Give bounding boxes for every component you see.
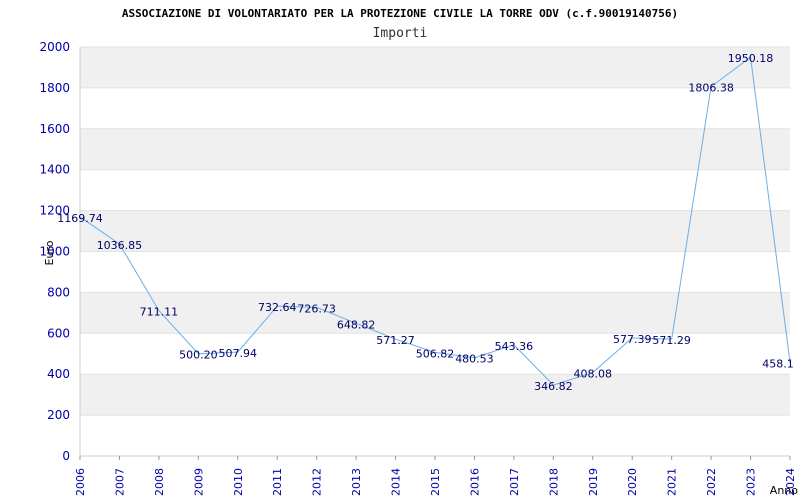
data-label: 408.08 xyxy=(574,368,613,381)
data-label: 346.82 xyxy=(534,380,573,393)
x-tick-label: 2022 xyxy=(705,468,718,496)
data-label: 507.94 xyxy=(219,347,258,360)
grid-band xyxy=(80,292,790,334)
x-tick-label: 2017 xyxy=(508,468,521,496)
y-tick-label: 800 xyxy=(47,285,70,299)
data-label: 711.11 xyxy=(140,306,179,319)
y-tick-label: 2000 xyxy=(39,40,70,54)
x-tick-label: 2020 xyxy=(626,468,639,496)
x-tick-label: 2007 xyxy=(113,468,126,496)
x-tick-label: 2008 xyxy=(153,468,166,496)
y-tick-label: 600 xyxy=(47,326,70,340)
chart-subtitle: Importi xyxy=(373,26,428,41)
x-tick-label: 2023 xyxy=(745,468,758,496)
x-tick-label: 2021 xyxy=(666,468,679,496)
data-label: 506.82 xyxy=(416,347,455,360)
data-label: 1169.74 xyxy=(57,212,103,225)
x-tick-label: 2014 xyxy=(390,468,403,496)
y-tick-label: 400 xyxy=(47,367,70,381)
x-tick-label: 2010 xyxy=(232,468,245,496)
data-label: 458.1 xyxy=(762,357,794,370)
y-axis-label: Euro xyxy=(43,240,56,265)
data-label: 571.27 xyxy=(376,334,415,347)
x-tick-label: 2015 xyxy=(429,468,442,496)
y-tick-label: 200 xyxy=(47,408,70,422)
x-axis-label: Anno xyxy=(770,484,798,497)
data-label: 543.36 xyxy=(495,340,534,353)
y-tick-label: 0 xyxy=(62,449,70,463)
x-tick-label: 2012 xyxy=(311,468,324,496)
data-label: 480.53 xyxy=(455,353,494,366)
data-label: 1036.85 xyxy=(97,239,143,252)
x-tick-label: 2006 xyxy=(74,468,87,496)
data-label: 732.64 xyxy=(258,301,297,314)
x-tick-labels: 2006 2007 2008 2009 2010 2011 2012 2013 2014 2015… xyxy=(74,468,797,496)
grid-band xyxy=(80,374,790,416)
y-tick-label: 1400 xyxy=(39,163,70,177)
y-tick-label: 1800 xyxy=(39,81,70,95)
data-label: 1806.38 xyxy=(688,82,734,95)
x-tick-label: 2011 xyxy=(271,468,284,496)
data-label: 500.20 xyxy=(179,349,218,362)
x-tick-label: 2018 xyxy=(547,468,560,496)
x-tick-label: 2009 xyxy=(192,468,205,496)
grid-bands xyxy=(80,46,790,457)
line-chart: 0200400600800100012001400160018002000 20… xyxy=(39,7,798,497)
x-tick-label: 2016 xyxy=(468,468,481,496)
chart-title: ASSOCIAZIONE DI VOLONTARIATO PER LA PROT… xyxy=(122,7,678,20)
grid-band xyxy=(80,128,790,170)
grid-band xyxy=(80,47,790,88)
data-label: 726.73 xyxy=(297,302,336,315)
y-tick-label: 1600 xyxy=(39,122,70,136)
data-label: 648.82 xyxy=(337,318,376,331)
data-label: 1950.18 xyxy=(728,52,774,65)
data-label: 571.29 xyxy=(652,334,691,347)
data-label: 577.39 xyxy=(613,333,652,346)
x-tick-label: 2019 xyxy=(587,468,600,496)
x-tick-label: 2013 xyxy=(350,468,363,496)
grid-band xyxy=(80,210,790,252)
